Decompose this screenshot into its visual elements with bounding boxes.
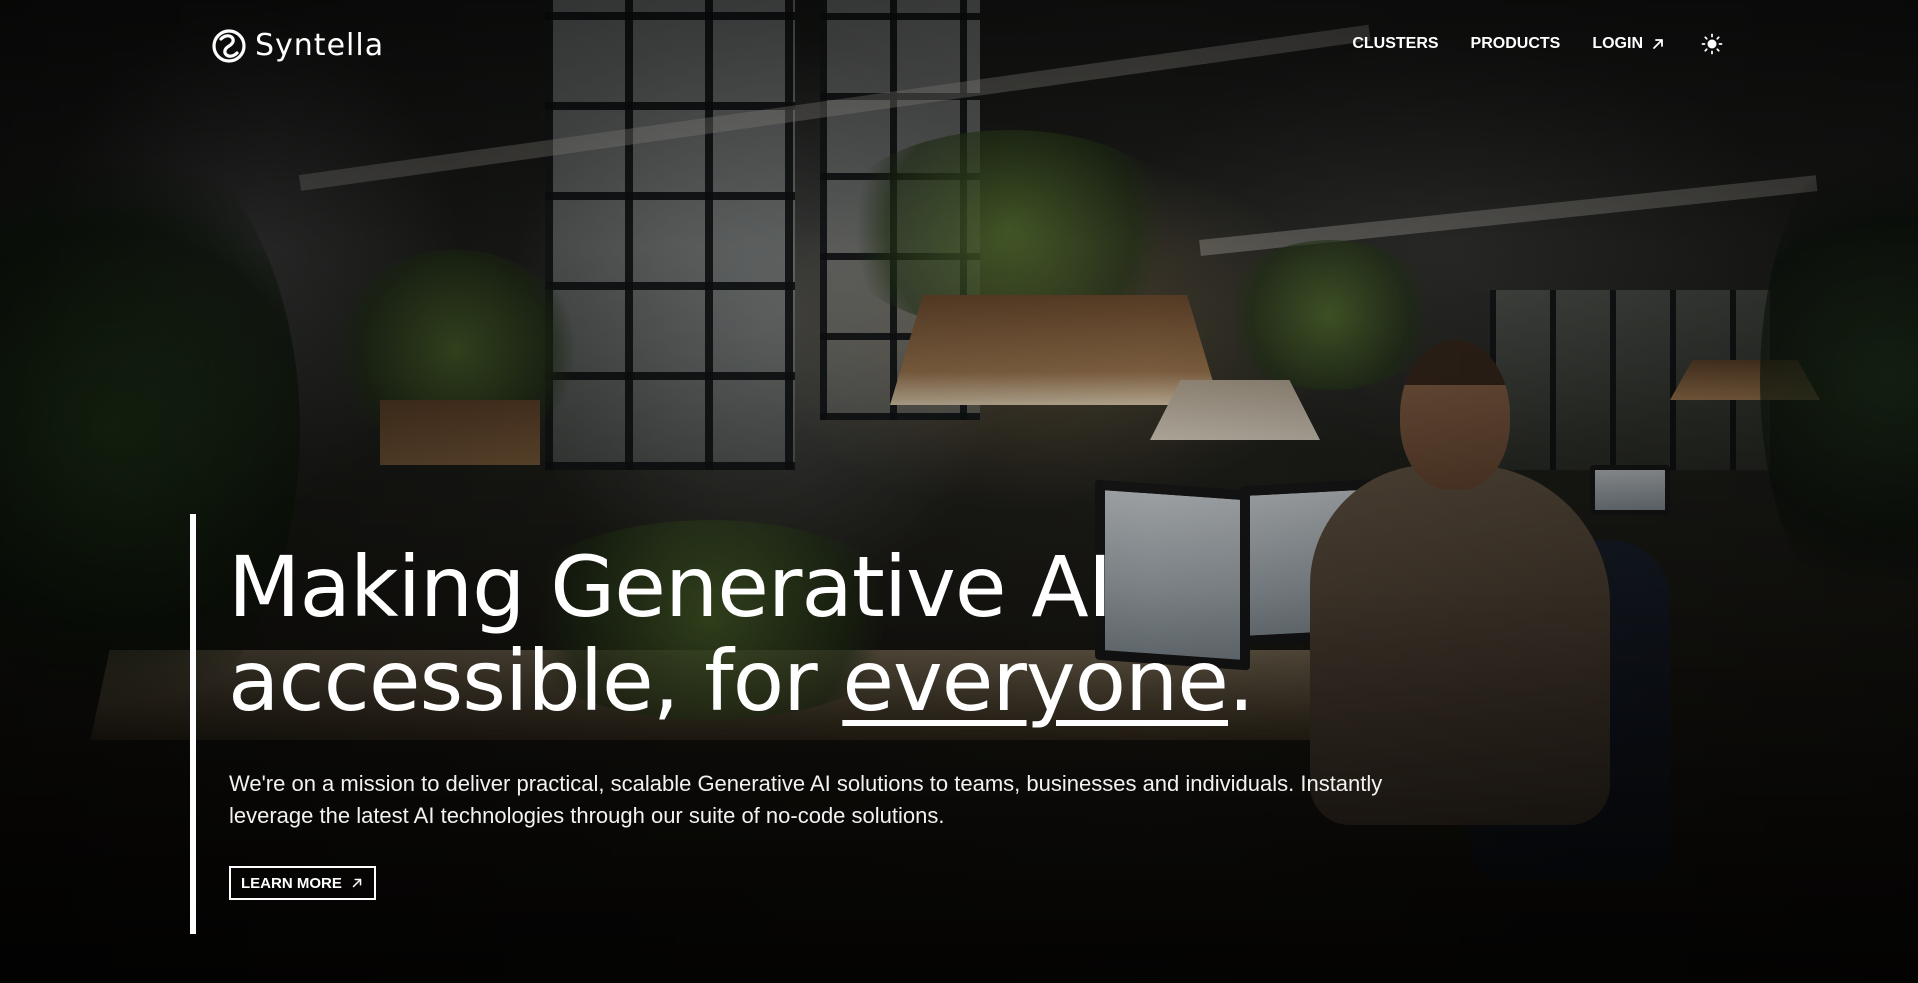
- nav-link-label: LOGIN: [1592, 35, 1643, 52]
- background-overlay: [0, 0, 1918, 983]
- nav-link-label: CLUSTERS: [1352, 35, 1439, 52]
- external-arrow-icon: [352, 878, 362, 888]
- headline-punctuation: .: [1227, 632, 1255, 730]
- theme-toggle-button[interactable]: [1698, 30, 1726, 58]
- nav-link-login[interactable]: LOGIN: [1592, 30, 1666, 58]
- nav-links: CLUSTERS PRODUCTS LOGIN: [1320, 30, 1726, 58]
- hero-subcopy: We're on a mission to deliver practical,…: [229, 771, 1383, 828]
- brand-logo-link[interactable]: Syntella: [211, 26, 384, 66]
- nav-link-products[interactable]: PRODUCTS: [1471, 30, 1561, 58]
- sun-icon: [1701, 33, 1723, 55]
- learn-more-button[interactable]: LEARN MORE: [229, 866, 376, 900]
- learn-more-label: LEARN MORE: [241, 874, 342, 892]
- brand-name: Syntella: [255, 28, 385, 63]
- headline-emphasis: everyone: [842, 632, 1229, 730]
- headline-line-1: Making Generative AI: [228, 538, 1112, 636]
- hero-headline: Making Generative AI accessible, for eve…: [228, 540, 1528, 728]
- headline-line-2: accessible, for: [228, 632, 843, 730]
- nav-link-label: PRODUCTS: [1470, 35, 1561, 52]
- hero-accent-bar: [190, 514, 196, 934]
- external-arrow-icon: [1653, 39, 1663, 49]
- hero-section: Syntella CLUSTERS PRODUCTS LOGIN Making …: [0, 0, 1918, 983]
- syntella-knot-icon: [212, 29, 246, 63]
- nav-link-clusters[interactable]: CLUSTERS: [1352, 30, 1438, 58]
- top-navigation: Syntella CLUSTERS PRODUCTS LOGIN: [0, 0, 1918, 90]
